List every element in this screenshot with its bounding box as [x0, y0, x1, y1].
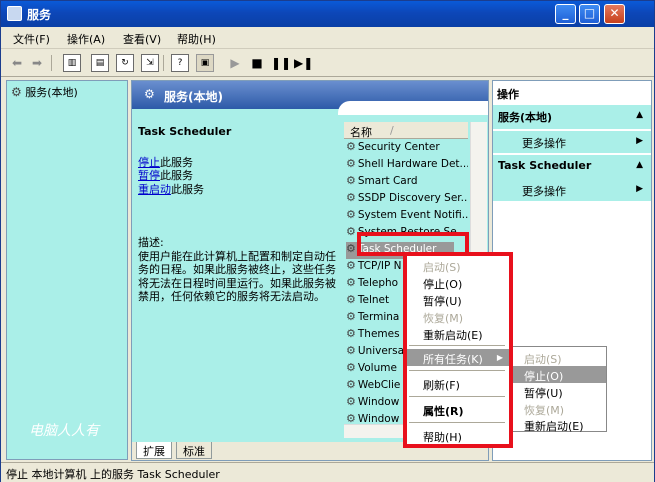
gears-icon: ⚙ — [346, 395, 356, 408]
column-header-name[interactable]: 名称 / — [344, 122, 468, 139]
watermark-text: 电脑人人有 — [29, 423, 99, 439]
stop-service-icon[interactable]: ■ — [248, 54, 266, 72]
menu-file[interactable]: 文件(F) — [13, 31, 50, 47]
description-label: 描述: — [138, 236, 164, 249]
more-actions-2[interactable]: 更多操作 ▶ — [493, 179, 651, 201]
stop-service-link[interactable]: 停止 — [138, 156, 160, 169]
more-actions-1[interactable]: 更多操作 ▶ — [493, 131, 651, 153]
maximize-button[interactable]: □ — [579, 4, 600, 24]
tree-item-services-local[interactable]: ⚙ 服务(本地) — [11, 84, 78, 100]
gears-icon: ⚙ — [346, 157, 356, 170]
gears-icon: ⚙ — [346, 276, 356, 289]
all-tasks-submenu: 启动(S) 停止(O) 暂停(U) 恢复(M) 重新启动(E) — [511, 346, 607, 433]
toolbar: ⬅ ➡ ▥ ▤ ↻ ⇲ ? ▣ ▶ ■ ❚❚ ▶❚ — [1, 49, 654, 77]
close-button[interactable]: ✕ — [604, 4, 625, 24]
tab-standard[interactable]: 标准 — [176, 442, 212, 459]
submenu-item-resume[interactable]: 恢复(M) — [512, 400, 606, 417]
submenu-item-pause[interactable]: 暂停(U) — [512, 383, 606, 400]
service-description: Task Scheduler 停止此服务 暂停此服务 重启动此服务 描述: 使用… — [138, 125, 336, 304]
gears-icon: ⚙ — [346, 225, 356, 238]
forward-arrow-icon[interactable]: ➡ — [28, 54, 46, 72]
chevron-right-icon: ▶ — [636, 136, 643, 146]
gears-icon: ⚙ — [144, 87, 155, 101]
gears-icon: ⚙ — [346, 327, 356, 340]
menu-action[interactable]: 操作(A) — [67, 31, 105, 47]
window-title: 服务 — [27, 8, 52, 22]
start-service-icon[interactable]: ▶ — [226, 54, 244, 72]
pane-title: 服务(本地) — [164, 90, 223, 104]
collapse-up-icon: ▲ — [636, 110, 643, 120]
properties-icon[interactable]: ▤ — [91, 54, 109, 72]
menu-view[interactable]: 查看(V) — [123, 31, 161, 47]
gears-icon: ⚙ — [346, 310, 356, 323]
gears-icon: ⚙ — [346, 344, 356, 357]
gears-icon: ⚙ — [346, 242, 356, 255]
chevron-right-icon: ▶ — [636, 184, 643, 194]
gears-icon: ⚙ — [346, 259, 356, 272]
list-item[interactable]: ⚙ Smart Card — [346, 174, 468, 191]
back-arrow-icon[interactable]: ⬅ — [8, 54, 26, 72]
refresh-icon[interactable]: ↻ — [116, 54, 134, 72]
pane-header: ⚙ 服务(本地) — [132, 81, 488, 115]
selected-service-name: Task Scheduler — [138, 125, 232, 138]
menu-bar: 文件(F) 操作(A) 查看(V) 帮助(H) — [1, 27, 654, 49]
gears-icon: ⚙ — [346, 140, 356, 153]
actions-section-task-scheduler[interactable]: Task Scheduler ▲ — [493, 155, 651, 179]
gears-icon: ⚙ — [346, 191, 356, 204]
submenu-item-restart[interactable]: 重新启动(E) — [512, 416, 606, 433]
status-bar: 停止 本地计算机 上的服务 Task Scheduler — [1, 462, 654, 482]
list-item[interactable]: ⚙ Shell Hardware Det... — [346, 157, 468, 174]
show-hide-tree-icon[interactable]: ▥ — [63, 54, 81, 72]
tab-extended[interactable]: 扩展 — [136, 442, 172, 459]
list-item[interactable]: ⚙ Security Center — [346, 140, 468, 157]
gears-icon: ⚙ — [346, 293, 356, 306]
title-bar[interactable]: 服务 _ □ ✕ — [1, 1, 654, 27]
export-list-icon[interactable]: ⇲ — [141, 54, 159, 72]
description-text: 使用户能在此计算机上配置和制定自动任务的日程。如果此服务被终止，这些任务将无法在… — [138, 249, 336, 304]
restart-service-icon[interactable]: ▶❚ — [294, 54, 313, 72]
console-tree: ⚙ 服务(本地) — [6, 80, 128, 460]
status-text: 停止 本地计算机 上的服务 Task Scheduler — [6, 468, 220, 481]
highlight-context-menu — [403, 252, 513, 448]
pause-service-link[interactable]: 暂停 — [138, 169, 160, 182]
actions-section-services[interactable]: 服务(本地) ▲ — [493, 105, 651, 129]
gears-icon: ⚙ — [11, 85, 22, 99]
gears-icon: ⚙ — [346, 361, 356, 374]
list-item[interactable]: ⚙ SSDP Discovery Ser... — [346, 191, 468, 208]
restart-service-link[interactable]: 重启动 — [138, 183, 171, 196]
submenu-item-stop[interactable]: 停止(O) — [512, 366, 606, 383]
menu-help[interactable]: 帮助(H) — [177, 31, 216, 47]
services-app-icon — [7, 6, 22, 21]
minimize-button[interactable]: _ — [555, 4, 576, 24]
collapse-up-icon: ▲ — [636, 160, 643, 170]
actions-title: 操作 — [497, 88, 519, 101]
show-action-pane-icon[interactable]: ▣ — [196, 54, 214, 72]
gears-icon: ⚙ — [346, 378, 356, 391]
help-icon[interactable]: ? — [171, 54, 189, 72]
gears-icon: ⚙ — [346, 174, 356, 187]
pause-service-icon[interactable]: ❚❚ — [271, 54, 291, 72]
gears-icon: ⚙ — [346, 208, 356, 221]
submenu-item-start[interactable]: 启动(S) — [512, 349, 606, 366]
list-item[interactable]: ⚙ System Event Notifi... — [346, 208, 468, 225]
